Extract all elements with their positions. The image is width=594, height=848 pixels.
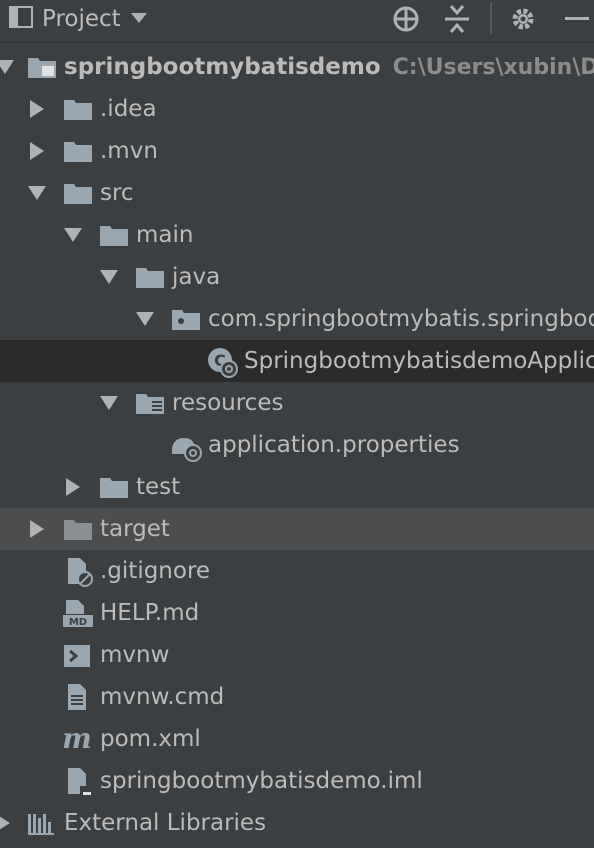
project-view-icon (8, 4, 34, 34)
tree-node-mvn[interactable]: .mvn (0, 130, 594, 172)
tree-node-label: mvnw.cmd (100, 684, 225, 710)
tree-node-application-properties[interactable]: application.properties (0, 424, 594, 466)
svg-text:MD: MD (69, 617, 87, 628)
tree-node-label: External Libraries (64, 810, 267, 836)
svg-text:m: m (62, 724, 92, 754)
tree-node-mvnw-cmd[interactable]: mvnw.cmd (0, 676, 594, 718)
tree-node-iml[interactable]: springbootmybatisdemo.iml (0, 760, 594, 802)
expand-arrow-icon[interactable] (0, 812, 14, 834)
tree-node-label: SpringbootmybatisdemoApplic (244, 348, 594, 374)
tree-node-label: src (100, 180, 134, 206)
collapse-all-icon[interactable] (440, 2, 474, 36)
tree-node-main[interactable]: main (0, 214, 594, 256)
tree-node-label: java (172, 264, 221, 290)
tree-node-help-md[interactable]: MD HELP.md (0, 592, 594, 634)
root-label: springbootmybatisdemo (64, 54, 381, 80)
source-folder-icon (134, 262, 166, 292)
tree-node-label: pom.xml (100, 726, 201, 752)
tree-node-mvnw[interactable]: mvnw (0, 634, 594, 676)
collapse-arrow-icon[interactable] (62, 224, 84, 246)
tree-node-root[interactable]: springbootmybatisdemo C:\Users\xubin\Des (0, 46, 594, 88)
expand-arrow-icon[interactable] (26, 140, 48, 162)
folder-icon (98, 472, 130, 502)
folder-icon (62, 94, 94, 124)
tree-node-label: .idea (100, 96, 157, 122)
properties-file-icon (170, 430, 202, 462)
tree-node-label: mvnw (100, 642, 170, 668)
minimize-icon[interactable] (560, 2, 594, 36)
maven-file-icon: m (60, 722, 92, 755)
collapse-arrow-icon[interactable] (98, 392, 120, 414)
excluded-folder-icon (62, 514, 94, 544)
tree-node-external-libraries[interactable]: External Libraries (0, 802, 594, 844)
folder-icon (62, 178, 94, 208)
collapse-arrow-icon[interactable] (134, 308, 156, 330)
tree-node-test[interactable]: test (0, 466, 594, 508)
expand-arrow-icon[interactable] (0, 56, 16, 78)
tree-node-src[interactable]: src (0, 172, 594, 214)
tree-node-resources[interactable]: resources (0, 382, 594, 424)
chevron-down-icon (129, 10, 149, 29)
locate-icon[interactable] (389, 2, 423, 36)
tree-node-pom-xml[interactable]: m pom.xml (0, 718, 594, 760)
tree-node-label: springbootmybatisdemo.iml (100, 768, 423, 794)
tree-node-label: resources (172, 390, 284, 416)
folder-icon (62, 136, 94, 166)
expand-arrow-icon[interactable] (26, 518, 48, 540)
resources-folder-icon (134, 388, 166, 418)
tree-node-label: com.springbootmybatis.springboo (208, 306, 594, 332)
markdown-file-icon: MD (62, 598, 94, 628)
settings-icon[interactable] (506, 2, 540, 36)
tree-node-label: HELP.md (100, 600, 200, 626)
collapse-arrow-icon[interactable] (98, 266, 120, 288)
module-folder-icon (26, 52, 58, 82)
toolbar-separator (490, 2, 492, 34)
tree-node-label: target (100, 516, 170, 542)
spring-boot-class-icon: C (206, 346, 238, 378)
tree-node-label: test (136, 474, 181, 500)
collapse-arrow-icon[interactable] (26, 182, 48, 204)
module-file-icon (62, 766, 94, 796)
shell-script-icon (62, 640, 94, 670)
ignored-file-icon (62, 556, 94, 587)
folder-icon (98, 220, 130, 250)
tree-node-target[interactable]: target (0, 508, 594, 550)
tree-node-gitignore[interactable]: .gitignore (0, 550, 594, 592)
tree-node-label: .gitignore (100, 558, 211, 584)
tree-node-label: application.properties (208, 432, 460, 458)
tree-node-package[interactable]: com.springbootmybatis.springboo (0, 298, 594, 340)
project-view-title: Project (42, 6, 121, 32)
tree-node-label: .mvn (100, 138, 158, 164)
package-icon (170, 304, 202, 334)
libraries-icon (26, 808, 58, 838)
tree-node-label: main (136, 222, 194, 248)
tree-node-application-class[interactable]: C SpringbootmybatisdemoApplic (0, 340, 594, 382)
expand-arrow-icon[interactable] (62, 476, 84, 498)
tree-node-java[interactable]: java (0, 256, 594, 298)
project-toolbar: Project (0, 0, 594, 43)
expand-arrow-icon[interactable] (26, 98, 48, 120)
text-file-icon (62, 682, 94, 712)
tree-node-idea[interactable]: .idea (0, 88, 594, 130)
project-view-selector[interactable]: Project (8, 4, 149, 34)
root-path: C:\Users\xubin\Des (392, 55, 594, 80)
